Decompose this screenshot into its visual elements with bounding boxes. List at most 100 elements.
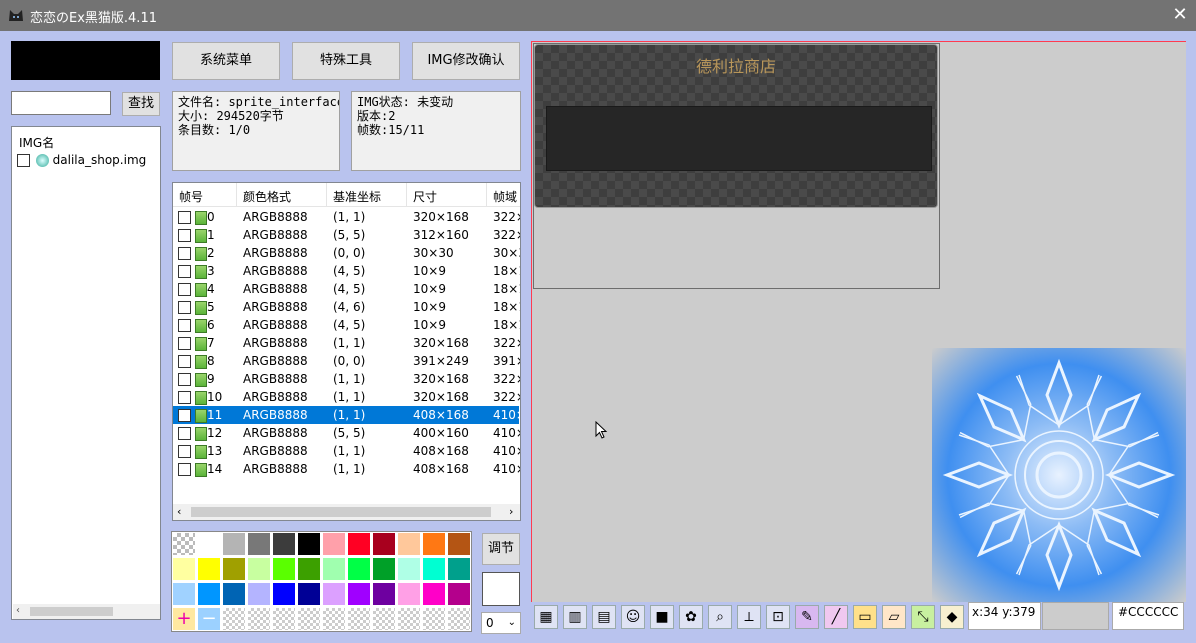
frame-checkbox[interactable] — [178, 283, 191, 296]
search-button[interactable]: 查找 — [122, 92, 160, 116]
crop-icon[interactable]: ⊡ — [766, 605, 790, 629]
frame-checkbox[interactable] — [178, 427, 191, 440]
palette-swatch[interactable] — [247, 557, 271, 581]
palette-swatch[interactable] — [197, 532, 221, 556]
frame-row[interactable]: 13 ARGB8888 (1, 1) 408×168 410× — [173, 442, 520, 460]
camera-icon[interactable]: ■ — [650, 605, 674, 629]
col-frame-no[interactable]: 帧号 — [179, 188, 203, 205]
system-menu-button[interactable]: 系统菜单 — [172, 42, 280, 80]
frame-checkbox[interactable] — [178, 373, 191, 386]
frame-checkbox[interactable] — [178, 409, 191, 422]
palette-swatch[interactable] — [272, 557, 296, 581]
hscroll-left-arrow[interactable]: ‹ — [177, 505, 181, 518]
frame-checkbox[interactable] — [178, 211, 191, 224]
palette-swatch[interactable] — [347, 582, 371, 606]
frame-row[interactable]: 11 ARGB8888 (1, 1) 408×168 410× — [173, 406, 520, 424]
frame-checkbox[interactable] — [178, 229, 191, 242]
eyedropper-icon[interactable]: ⤡ — [911, 605, 935, 629]
frame-row[interactable]: 9 ARGB8888 (1, 1) 320×168 322× — [173, 370, 520, 388]
frame-row[interactable]: 5 ARGB8888 (4, 6) 10×9 18×1 — [173, 298, 520, 316]
palette-swatch[interactable] — [297, 582, 321, 606]
frame-checkbox[interactable] — [178, 355, 191, 368]
frame-checkbox[interactable] — [178, 445, 191, 458]
frame-row[interactable]: 12 ARGB8888 (5, 5) 400×160 410× — [173, 424, 520, 442]
rectangle-icon[interactable]: ▭ — [853, 605, 877, 629]
palette-swatch[interactable] — [222, 557, 246, 581]
frame-row[interactable]: 14 ARGB8888 (1, 1) 408×168 410× — [173, 460, 520, 478]
cat-icon[interactable]: ☺ — [621, 605, 645, 629]
empty-palette-slot[interactable] — [297, 607, 321, 631]
palette-swatch[interactable] — [372, 532, 396, 556]
col-base-coord[interactable]: 基准坐标 — [333, 188, 381, 205]
palette-swatch[interactable] — [197, 557, 221, 581]
frame-checkbox[interactable] — [178, 337, 191, 350]
img-preview-icon[interactable]: ▦ — [534, 605, 558, 629]
empty-palette-slot[interactable] — [322, 607, 346, 631]
palette-swatch[interactable] — [197, 582, 221, 606]
remove-color-icon[interactable]: − — [197, 607, 221, 631]
palette-swatch[interactable] — [347, 557, 371, 581]
frame-row[interactable]: 2 ARGB8888 (0, 0) 30×30 30×3 — [173, 244, 520, 262]
palette-swatch[interactable] — [397, 582, 421, 606]
palette-swatch[interactable] — [447, 532, 471, 556]
empty-palette-slot[interactable] — [447, 607, 471, 631]
line-icon[interactable]: ╱ — [824, 605, 848, 629]
empty-palette-slot[interactable] — [397, 607, 421, 631]
frame-row[interactable]: 7 ARGB8888 (1, 1) 320×168 322× — [173, 334, 520, 352]
magnifier-icon[interactable]: ⌕ — [708, 605, 732, 629]
palette-swatch[interactable] — [347, 532, 371, 556]
paw-icon[interactable]: ✿ — [679, 605, 703, 629]
empty-palette-slot[interactable] — [422, 607, 446, 631]
tag-icon[interactable]: ◆ — [940, 605, 964, 629]
eraser-icon[interactable]: ▱ — [882, 605, 906, 629]
add-color-icon[interactable]: + — [172, 607, 196, 631]
frame-row[interactable]: 8 ARGB8888 (0, 0) 391×249 391× — [173, 352, 520, 370]
frame-row[interactable]: 3 ARGB8888 (4, 5) 10×9 18×1 — [173, 262, 520, 280]
palette-swatch[interactable] — [247, 532, 271, 556]
col-size[interactable]: 尺寸 — [413, 188, 437, 205]
frame-list-hscrollbar[interactable]: ‹ › — [173, 504, 520, 520]
pencil-icon[interactable]: ✎ — [795, 605, 819, 629]
palette-swatch[interactable] — [172, 582, 196, 606]
empty-palette-slot[interactable] — [247, 607, 271, 631]
palette-swatch[interactable] — [322, 557, 346, 581]
palette-swatch[interactable] — [422, 532, 446, 556]
measure-icon[interactable]: ⟂ — [737, 605, 761, 629]
hscroll-thumb[interactable] — [30, 607, 113, 616]
close-icon[interactable]: ✕ — [1168, 4, 1192, 26]
frame-row[interactable]: 4 ARGB8888 (4, 5) 10×9 18×1 — [173, 280, 520, 298]
col-color-format[interactable]: 颜色格式 — [243, 188, 291, 205]
palette-swatch[interactable] — [297, 532, 321, 556]
palette-swatch[interactable] — [172, 557, 196, 581]
palette-swatch[interactable] — [372, 557, 396, 581]
frame-checkbox[interactable] — [178, 319, 191, 332]
palette-swatch[interactable] — [272, 582, 296, 606]
frame-checkbox[interactable] — [178, 301, 191, 314]
palette-swatch[interactable] — [247, 582, 271, 606]
frame-row[interactable]: 10 ARGB8888 (1, 1) 320×168 322× — [173, 388, 520, 406]
palette-swatch[interactable] — [172, 532, 196, 556]
empty-palette-slot[interactable] — [347, 607, 371, 631]
palette-dropdown[interactable]: 0 ⌄ — [481, 612, 521, 634]
palette-icon[interactable]: ▥ — [563, 605, 587, 629]
img-confirm-button[interactable]: IMG修改确认 — [412, 42, 520, 80]
palette-swatch[interactable] — [447, 582, 471, 606]
palette-swatch[interactable] — [422, 557, 446, 581]
frame-row[interactable]: 0 ARGB8888 (1, 1) 320×168 322× — [173, 208, 520, 226]
palette-swatch[interactable] — [297, 557, 321, 581]
palette-swatch[interactable] — [397, 532, 421, 556]
img-checkbox[interactable] — [17, 154, 30, 167]
empty-palette-slot[interactable] — [272, 607, 296, 631]
empty-palette-slot[interactable] — [222, 607, 246, 631]
frame-checkbox[interactable] — [178, 391, 191, 404]
empty-palette-slot[interactable] — [372, 607, 396, 631]
film-icon[interactable]: ▤ — [592, 605, 616, 629]
palette-swatch[interactable] — [222, 532, 246, 556]
frame-row[interactable]: 1 ARGB8888 (5, 5) 312×160 322× — [173, 226, 520, 244]
hscroll-right-arrow[interactable]: › — [509, 505, 513, 518]
palette-swatch[interactable] — [322, 582, 346, 606]
frame-checkbox[interactable] — [178, 463, 191, 476]
canvas-area[interactable]: 德利拉商店 — [531, 41, 1186, 602]
hscroll-left-arrow[interactable]: ‹ — [16, 605, 20, 616]
palette-swatch[interactable] — [222, 582, 246, 606]
